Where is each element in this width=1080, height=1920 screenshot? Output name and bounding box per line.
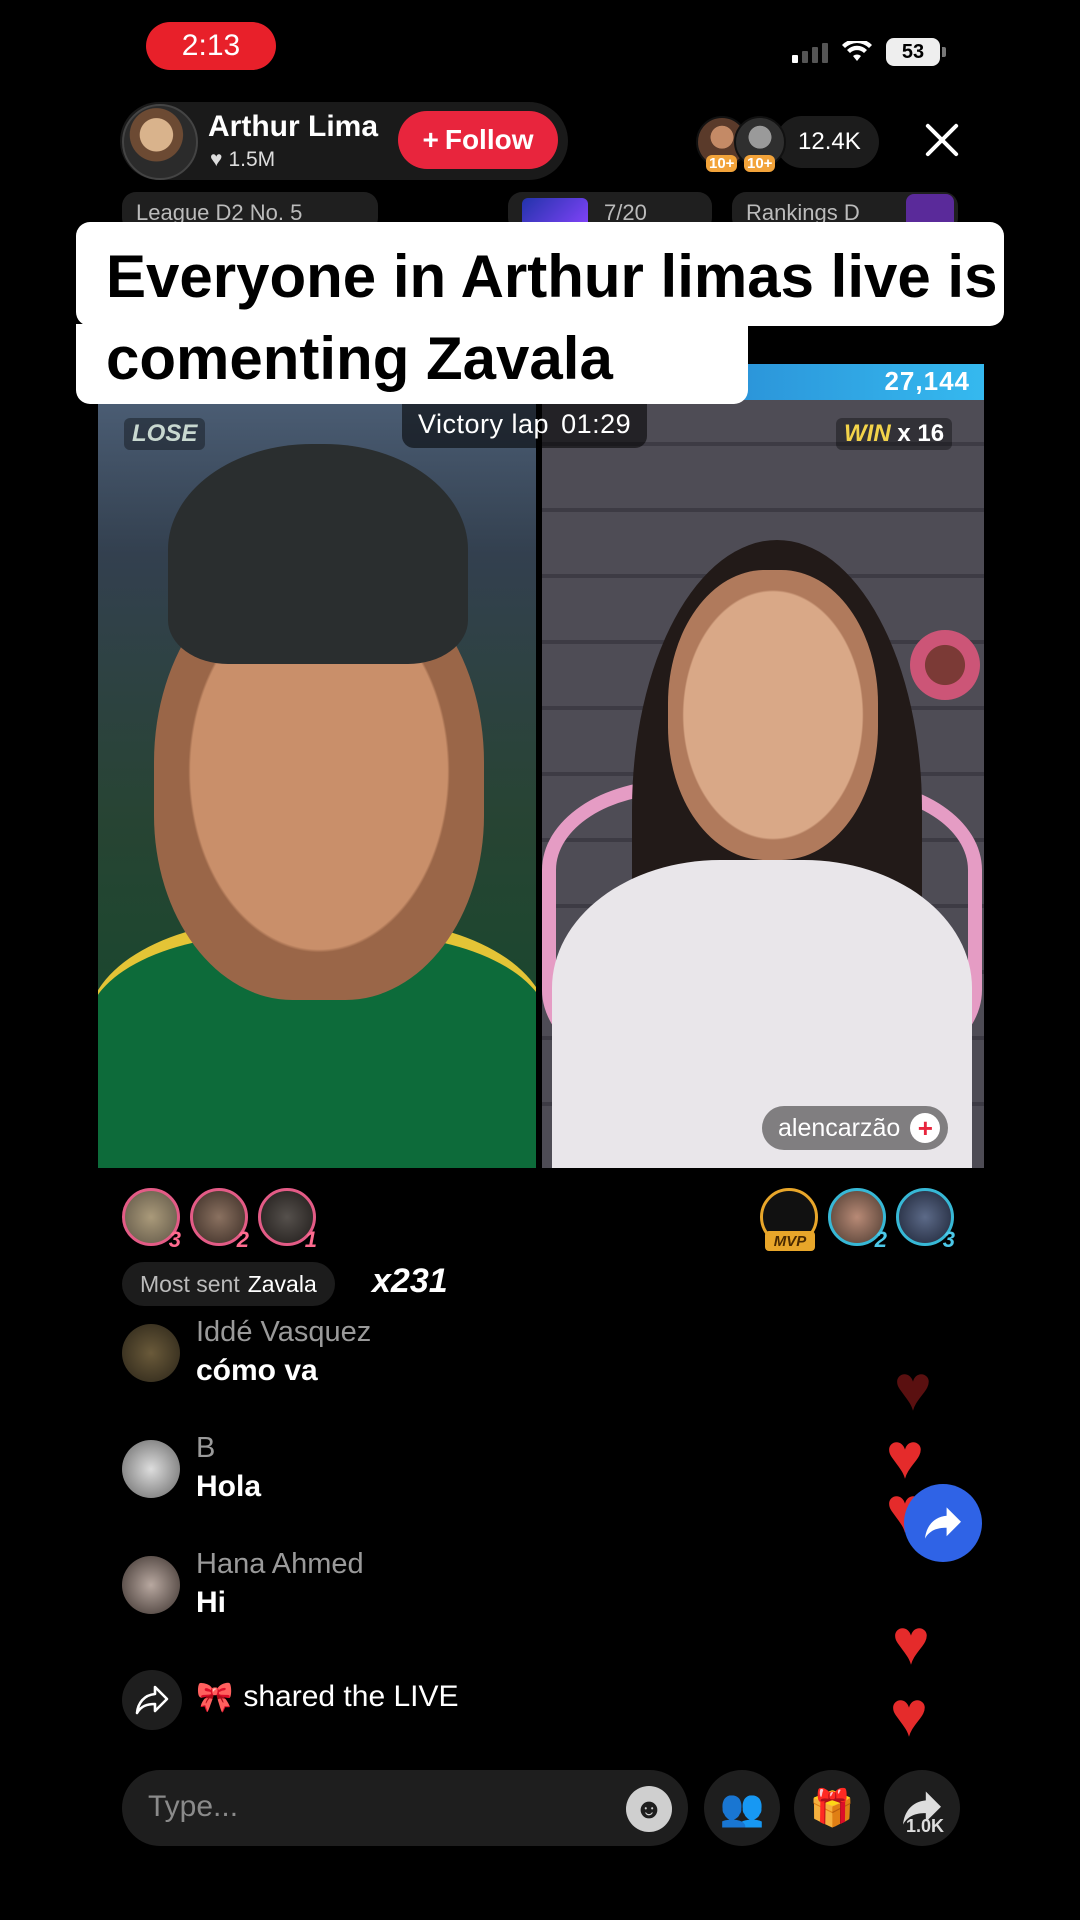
gifter-rank: 3 — [942, 1227, 955, 1252]
win-text: WIN — [844, 420, 891, 447]
heart-icon: ♥ — [210, 148, 223, 171]
host-video[interactable] — [98, 400, 536, 1168]
share-arrow-icon — [122, 1670, 182, 1730]
victory-lap-time: 01:29 — [561, 408, 632, 439]
chat-text: Hola — [196, 1470, 262, 1503]
victory-lap-timer: Victory lap 01:29 — [402, 400, 648, 448]
wifi-icon — [842, 41, 872, 61]
emoji-icon[interactable]: ☻ — [626, 1786, 672, 1832]
gifter-avatar[interactable]: 2 — [190, 1188, 249, 1252]
follow-button[interactable]: + Follow — [398, 111, 558, 169]
floating-heart-icon: ♥ — [894, 1352, 932, 1424]
battery-indicator: 53 — [886, 38, 946, 66]
follow-guest-icon[interactable]: + — [910, 1113, 941, 1143]
guest-face — [668, 570, 878, 860]
gifter-avatar[interactable]: 1 — [258, 1188, 317, 1252]
viewer-avatar[interactable]: 10+ — [734, 116, 786, 172]
close-icon[interactable] — [920, 118, 964, 162]
chat-username: Iddé Vasquez — [196, 1316, 372, 1348]
viewer-badge: 10+ — [706, 155, 738, 172]
host-avatar[interactable] — [122, 104, 198, 180]
most-sent-count: x231 — [372, 1262, 448, 1300]
host-likes-count: 1.5M — [228, 148, 276, 171]
chat-text: Hi — [196, 1586, 226, 1619]
win-streak: x 16 — [897, 420, 945, 447]
guest-decoration — [910, 630, 980, 700]
chat-username: B — [196, 1432, 216, 1464]
multi-guest-button[interactable]: 👥 — [704, 1770, 780, 1846]
gifter-rank: 3 — [168, 1227, 181, 1252]
mvp-badge: MVP — [765, 1231, 815, 1251]
mvp-gifter-avatar[interactable]: MVP — [760, 1188, 818, 1251]
chat-text: cómo va — [196, 1354, 318, 1387]
status-time: 2:13 — [146, 22, 276, 70]
gifter-rank: 1 — [304, 1227, 317, 1252]
cellular-signal-icon — [792, 41, 828, 63]
people-icon: 👥 — [719, 1787, 765, 1828]
comment-input[interactable]: Type... ☻ — [122, 1770, 688, 1846]
caption-text: Everyone in Arthur limas live is comenti… — [106, 243, 998, 392]
guest-name: alencarzão — [778, 1113, 901, 1142]
top-viewers[interactable]: 10+ 10+ 12.4K — [696, 116, 879, 172]
chat-username: Hana Ahmed — [196, 1548, 364, 1580]
chat-avatar[interactable] — [122, 1556, 180, 1614]
host-top-gifters: 3 2 1 — [122, 1188, 317, 1252]
guest-name-tag[interactable]: alencarzão + — [762, 1106, 949, 1150]
gifter-rank: 2 — [236, 1227, 249, 1252]
gift-button[interactable]: 🎁 — [794, 1770, 870, 1846]
gifter-avatar[interactable]: 3 — [896, 1188, 955, 1252]
follow-label: Follow — [444, 124, 534, 155]
chat-avatar[interactable] — [122, 1324, 180, 1382]
status-indicators: 53 — [792, 38, 946, 66]
most-sent-gifter: Zavala — [247, 1270, 317, 1297]
shared-text: shared the LIVE — [243, 1680, 459, 1713]
plus-icon: + — [422, 124, 439, 155]
chat-avatar[interactable] — [122, 1440, 180, 1498]
host-card[interactable]: Arthur Lima ♥ 1.5M + Follow — [120, 102, 568, 180]
gifter-avatar[interactable]: 2 — [828, 1188, 887, 1252]
share-live-button[interactable] — [904, 1484, 982, 1562]
gift-icon: 🎁 — [809, 1787, 855, 1828]
guest-video[interactable] — [542, 400, 984, 1168]
comment-placeholder: Type... — [148, 1790, 239, 1823]
most-sent-chip[interactable]: Most sent Zavala — [122, 1262, 335, 1306]
viewer-badge: 10+ — [744, 155, 776, 172]
shared-live-notice: 🎀 shared the LIVE — [196, 1680, 459, 1715]
gifter-rank: 2 — [874, 1227, 887, 1252]
host-name: Arthur Lima — [208, 110, 379, 143]
win-label: WIN x 16 — [836, 418, 953, 450]
gifter-avatar[interactable]: 3 — [122, 1188, 181, 1252]
shared-emoji: 🎀 — [196, 1681, 234, 1714]
victory-lap-label: Victory lap — [418, 408, 550, 439]
guest-top-gifters: MVP 2 3 — [760, 1188, 955, 1252]
floating-heart-icon: ♥ — [890, 1678, 928, 1750]
host-likes: ♥ 1.5M — [210, 148, 275, 172]
most-sent-label: Most sent — [140, 1270, 240, 1297]
share-count: 1.0K — [906, 1816, 945, 1836]
viewer-count[interactable]: 12.4K — [776, 116, 879, 168]
floating-heart-icon: ♥ — [892, 1606, 930, 1678]
host-cap — [168, 444, 468, 664]
lose-label: LOSE — [124, 418, 206, 450]
